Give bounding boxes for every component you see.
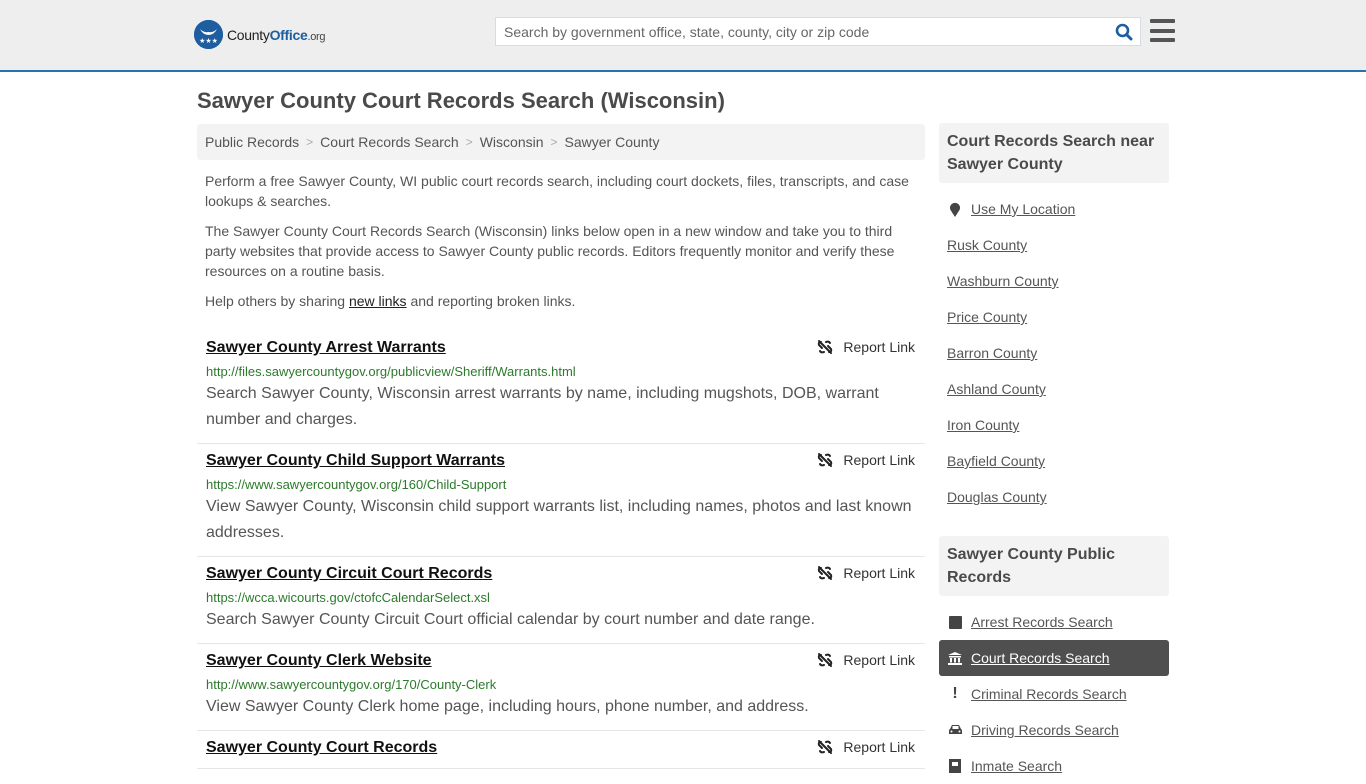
- result-item: Sawyer County Clerk Website Report Link …: [197, 644, 925, 731]
- result-url[interactable]: https://www.sawyercountygov.org/160/Chil…: [206, 476, 916, 494]
- exclamation-icon: !: [952, 685, 958, 702]
- search-input[interactable]: [496, 18, 1108, 45]
- result-url[interactable]: http://files.sawyercountygov.org/publicv…: [206, 363, 916, 381]
- intro-paragraph: Perform a free Sawyer County, WI public …: [205, 173, 909, 209]
- result-url[interactable]: https://wcca.wicourts.gov/ctofcCalendarS…: [206, 589, 916, 607]
- public-records-item-inmate[interactable]: Inmate Search: [939, 748, 1169, 784]
- results-list: Sawyer County Arrest Warrants Report Lin…: [197, 331, 925, 769]
- nearby-county-item: Bayfield County: [939, 443, 1169, 479]
- criminal-records-link[interactable]: Criminal Records Search: [971, 686, 1127, 702]
- nearby-county-item: Price County: [939, 299, 1169, 335]
- report-link-button[interactable]: Report Link: [817, 652, 915, 668]
- inmate-icon: [947, 759, 963, 773]
- broken-link-icon: [818, 566, 833, 580]
- search-icon: [1115, 23, 1133, 40]
- result-title-link[interactable]: Sawyer County Circuit Court Records: [206, 564, 492, 584]
- use-my-location-item: Use My Location: [939, 191, 1169, 227]
- nearby-county-item: Rusk County: [939, 227, 1169, 263]
- nearby-county-link[interactable]: Barron County: [947, 345, 1037, 361]
- nearby-county-link[interactable]: Iron County: [947, 417, 1019, 433]
- car-icon: [947, 724, 963, 736]
- courthouse-icon: [947, 651, 963, 665]
- result-description: Search Sawyer County Circuit Court offic…: [206, 611, 815, 628]
- breadcrumb-separator-icon: >: [465, 135, 473, 149]
- report-link-button[interactable]: Report Link: [817, 452, 915, 468]
- new-links-link[interactable]: new links: [349, 293, 407, 309]
- result-title-link[interactable]: Sawyer County Clerk Website: [206, 651, 432, 671]
- breadcrumb-separator-icon: >: [306, 135, 314, 149]
- result-description: Search Sawyer County, Wisconsin arrest w…: [206, 385, 879, 428]
- result-item: Sawyer County Child Support Warrants Rep…: [197, 444, 925, 557]
- breadcrumb-public-records[interactable]: Public Records: [205, 134, 299, 150]
- public-records-item-driving[interactable]: Driving Records Search: [939, 712, 1169, 748]
- breadcrumb-separator-icon: >: [550, 135, 558, 149]
- nearby-county-link[interactable]: Price County: [947, 309, 1027, 325]
- site-header: ★★★ CountyOffice.org: [0, 0, 1366, 72]
- inmate-search-link[interactable]: Inmate Search: [971, 758, 1062, 774]
- nearby-county-link[interactable]: Rusk County: [947, 237, 1027, 253]
- result-title-link[interactable]: Sawyer County Arrest Warrants: [206, 338, 446, 358]
- broken-link-icon: [818, 453, 833, 467]
- nearby-county-link[interactable]: Washburn County: [947, 273, 1059, 289]
- nearby-list: Use My Location Rusk County Washburn Cou…: [939, 191, 1169, 515]
- result-description: View Sawyer County Clerk home page, incl…: [206, 698, 809, 715]
- breadcrumb: Public Records > Court Records Search > …: [197, 124, 925, 160]
- result-item: Sawyer County Arrest Warrants Report Lin…: [197, 331, 925, 444]
- public-records-heading: Sawyer County Public Records: [939, 536, 1169, 596]
- report-link-button[interactable]: Report Link: [817, 739, 915, 755]
- nearby-county-link[interactable]: Bayfield County: [947, 453, 1045, 469]
- broken-link-icon: [818, 340, 833, 354]
- nearby-sidebar: Court Records Search near Sawyer County …: [939, 123, 1169, 515]
- nearby-heading: Court Records Search near Sawyer County: [939, 123, 1169, 183]
- page-title: Sawyer County Court Records Search (Wisc…: [197, 88, 725, 113]
- driving-records-link[interactable]: Driving Records Search: [971, 722, 1119, 738]
- result-item: Sawyer County Circuit Court Records Repo…: [197, 557, 925, 644]
- logo-text: CountyOffice.org: [227, 26, 326, 43]
- result-description: View Sawyer County, Wisconsin child supp…: [206, 498, 912, 541]
- intro-paragraph: The Sawyer County Court Records Search (…: [205, 223, 895, 279]
- nearby-county-link[interactable]: Douglas County: [947, 489, 1047, 505]
- broken-link-icon: [818, 740, 833, 754]
- map-pin-icon: [947, 202, 963, 217]
- hamburger-menu-icon[interactable]: [1150, 19, 1175, 42]
- breadcrumb-sawyer-county[interactable]: Sawyer County: [565, 134, 660, 150]
- breadcrumb-wisconsin[interactable]: Wisconsin: [480, 134, 544, 150]
- court-records-link[interactable]: Court Records Search: [971, 650, 1110, 666]
- public-records-list: Arrest Records Search Court Records Sear…: [939, 604, 1169, 784]
- breadcrumb-court-records-search[interactable]: Court Records Search: [320, 134, 459, 150]
- result-title-link[interactable]: Sawyer County Child Support Warrants: [206, 451, 505, 471]
- eagle-logo-icon: ★★★: [194, 20, 223, 49]
- site-logo[interactable]: ★★★ CountyOffice.org: [194, 20, 326, 49]
- public-records-sidebar: Sawyer County Public Records Arrest Reco…: [939, 536, 1169, 784]
- use-my-location-link[interactable]: Use My Location: [971, 201, 1075, 217]
- nearby-county-item: Iron County: [939, 407, 1169, 443]
- main-content: Public Records > Court Records Search > …: [197, 124, 925, 769]
- broken-link-icon: [818, 653, 833, 667]
- search-button[interactable]: [1108, 18, 1140, 45]
- intro-paragraph: Help others by sharing new links and rep…: [205, 293, 576, 309]
- square-icon: [947, 615, 963, 629]
- result-item: Sawyer County Court Records Report Link: [197, 731, 925, 769]
- report-link-button[interactable]: Report Link: [817, 565, 915, 581]
- site-search: [495, 17, 1141, 46]
- report-link-button[interactable]: Report Link: [817, 339, 915, 355]
- nearby-county-link[interactable]: Ashland County: [947, 381, 1046, 397]
- nearby-county-item: Douglas County: [939, 479, 1169, 515]
- nearby-county-item: Barron County: [939, 335, 1169, 371]
- public-records-item-court[interactable]: Court Records Search: [939, 640, 1169, 676]
- intro-text: Perform a free Sawyer County, WI public …: [197, 171, 925, 311]
- public-records-item-arrest[interactable]: Arrest Records Search: [939, 604, 1169, 640]
- svg-text:★★★: ★★★: [199, 37, 218, 45]
- nearby-county-item: Ashland County: [939, 371, 1169, 407]
- public-records-item-criminal[interactable]: ! Criminal Records Search: [939, 676, 1169, 712]
- nearby-county-item: Washburn County: [939, 263, 1169, 299]
- result-url[interactable]: http://www.sawyercountygov.org/170/Count…: [206, 676, 916, 694]
- result-title-link[interactable]: Sawyer County Court Records: [206, 738, 437, 758]
- arrest-records-link[interactable]: Arrest Records Search: [971, 614, 1113, 630]
